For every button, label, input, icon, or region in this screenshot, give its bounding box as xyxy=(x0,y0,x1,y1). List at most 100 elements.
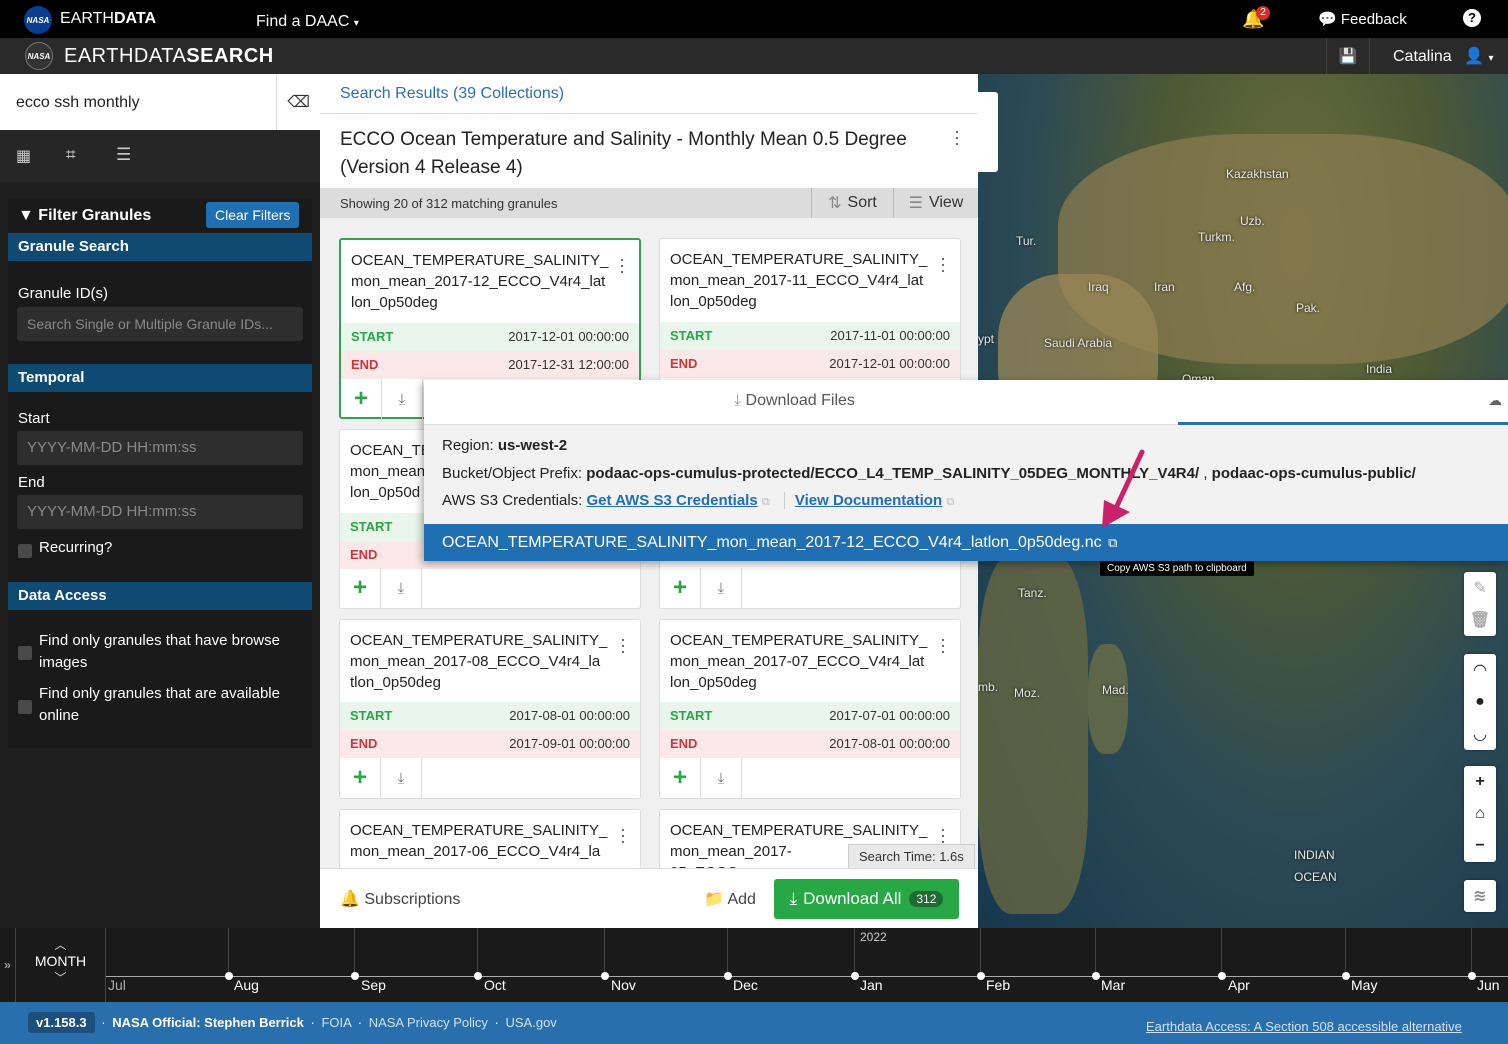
map-label: OCEAN xyxy=(1294,870,1337,884)
map-label: Pak. xyxy=(1296,301,1321,315)
crop-icon[interactable]: ⌗ xyxy=(66,145,76,165)
accessible-alternative-link[interactable]: Earthdata Access: A Section 508 accessib… xyxy=(1146,1019,1462,1034)
granule-search-header[interactable]: Granule Search xyxy=(8,233,312,261)
granule-more-icon[interactable]: · · · xyxy=(940,820,946,850)
add-project-button[interactable]: 📁 Add xyxy=(704,889,756,909)
granule-more-icon[interactable]: · · · xyxy=(620,820,626,850)
zoom-out-icon[interactable]: − xyxy=(1464,830,1496,862)
nasa-logo[interactable]: NASA xyxy=(24,6,52,34)
download-granule-button[interactable]: ⤓ xyxy=(381,758,422,798)
data-access-header[interactable]: Data Access xyxy=(8,582,312,610)
timeline-zoom: ︿ MONTH ﹀ xyxy=(16,928,106,1002)
panel-resize-handle[interactable] xyxy=(978,92,998,172)
edit-icon[interactable]: ✎ xyxy=(1464,572,1496,604)
save-icon[interactable]: 💾 xyxy=(1326,38,1370,74)
map-label: Tanz. xyxy=(1018,586,1047,600)
granule-more-icon[interactable]: · · · xyxy=(940,249,946,279)
search-input[interactable]: ecco ssh monthly xyxy=(16,94,140,112)
arctic-projection-icon[interactable]: ◠ xyxy=(1464,654,1496,686)
map-label: Iran xyxy=(1154,280,1175,294)
find-daac-menu[interactable]: Find a DAAC ▾ xyxy=(256,13,359,31)
cloud-icon[interactable]: ☁ xyxy=(1488,392,1502,409)
feedback-button[interactable]: 💬 Feedback xyxy=(1318,10,1407,28)
app-title[interactable]: EARTHDATASEARCH xyxy=(64,45,274,68)
get-credentials-link[interactable]: Get AWS S3 Credentials xyxy=(587,492,758,509)
download-icon: ⤓ xyxy=(789,889,798,908)
add-granule-button[interactable]: + xyxy=(341,379,382,419)
timeline[interactable]: » ︿ MONTH ﹀ 2022 Jul Aug Sep Oct Nov Dec… xyxy=(0,928,1508,1002)
month-label: Oct xyxy=(484,977,506,993)
clear-filters-button[interactable]: Clear Filters xyxy=(206,202,300,228)
add-granule-button[interactable]: + xyxy=(660,568,701,608)
s3-file-name: OCEAN_TEMPERATURE_SALINITY_mon_mean_2017… xyxy=(442,534,1117,552)
granule-more-icon[interactable]: · · · xyxy=(620,630,626,660)
privacy-policy-link[interactable]: NASA Privacy Policy xyxy=(369,1015,488,1030)
download-granule-button[interactable]: ⤓ xyxy=(381,568,422,608)
online-checkbox[interactable] xyxy=(18,700,32,714)
download-granule-button[interactable]: ⤓ xyxy=(382,379,423,419)
help-icon[interactable]: ? xyxy=(1463,9,1481,27)
download-granule-button[interactable]: ⤓ xyxy=(701,758,742,798)
zoom-up-icon[interactable]: ︿ xyxy=(16,936,105,953)
granule-toolbar: Showing 20 of 312 matching granules ⇅ Sor… xyxy=(320,188,978,218)
granule-card[interactable]: OCEAN_TEMPERATURE_SALINITY_ mon_mean_201… xyxy=(339,809,641,869)
map-label: Uzb. xyxy=(1240,214,1265,228)
sliders-icon[interactable]: ☰ xyxy=(116,145,131,165)
credentials-row: AWS S3 Credentials: Get AWS S3 Credentia… xyxy=(442,492,954,509)
s3-file-row[interactable]: OCEAN_TEMPERATURE_SALINITY_mon_mean_2017… xyxy=(424,524,1508,561)
search-results-link[interactable]: Search Results (39 Collections) xyxy=(340,85,564,103)
globe-icon[interactable]: ● xyxy=(1464,686,1496,718)
subscriptions-button[interactable]: 🔔 Subscriptions xyxy=(340,889,460,909)
list-icon: ☰ xyxy=(908,195,923,212)
foia-link[interactable]: FOIA xyxy=(321,1015,351,1030)
granule-name: OCEAN_TEMPERATURE_SALINITY_ mon_mean_201… xyxy=(350,822,608,860)
antarctic-projection-icon[interactable]: ◡ xyxy=(1464,718,1496,750)
granule-start-row: START 2017-07-01 00:00:00 xyxy=(660,702,960,730)
add-granule-button[interactable]: + xyxy=(660,758,701,798)
trash-icon[interactable]: 🗑 xyxy=(1464,604,1496,636)
collapse-timeline-icon[interactable]: » xyxy=(0,928,16,1002)
temporal-header[interactable]: Temporal xyxy=(8,364,312,392)
download-granule-button[interactable]: ⤓ xyxy=(701,568,742,608)
granule-ids-input[interactable]: Search Single or Multiple Granule IDs... xyxy=(17,307,303,341)
plus-icon: + xyxy=(672,574,687,601)
eraser-icon[interactable]: ⌫ xyxy=(276,74,320,130)
start-date-input[interactable]: YYYY-MM-DD HH:mm:ss xyxy=(17,431,303,465)
granule-card[interactable]: OCEAN_TEMPERATURE_SALINITY_ mon_mean_201… xyxy=(339,619,641,799)
view-documentation-link[interactable]: View Documentation xyxy=(783,492,943,509)
sort-button[interactable]: ⇅ Sort xyxy=(811,188,893,218)
zoom-down-icon[interactable]: ﹀ xyxy=(16,969,105,986)
browse-images-checkbox[interactable] xyxy=(18,646,32,660)
end-value: 2017-12-01 00:00:00 xyxy=(829,356,950,371)
caret-down-icon: ▾ xyxy=(1488,53,1494,64)
user-menu[interactable]: Catalina 👤 ▾ xyxy=(1393,46,1494,66)
feedback-label: Feedback xyxy=(1340,11,1407,28)
end-date-input[interactable]: YYYY-MM-DD HH:mm:ss xyxy=(17,495,303,529)
granule-more-icon[interactable]: · · · xyxy=(619,250,625,280)
home-icon[interactable]: ⌂ xyxy=(1464,798,1496,830)
collection-more-icon[interactable]: · · · xyxy=(954,122,960,152)
credentials-label: AWS S3 Credentials: xyxy=(442,492,583,509)
bucket-value-2[interactable]: podaac-ops-cumulus-public/ xyxy=(1212,465,1416,482)
view-button[interactable]: ☰ View xyxy=(893,188,978,218)
granule-card[interactable]: OCEAN_TEMPERATURE_SALINITY_ mon_mean_201… xyxy=(659,619,961,799)
add-granule-button[interactable]: + xyxy=(340,568,381,608)
nasa-meatball-icon[interactable]: NASA xyxy=(25,42,53,70)
granule-name: OCEAN_TEMPERATURE_SALINITY_ mon_mean_201… xyxy=(670,632,928,691)
download-all-button[interactable]: ⤓ Download All 312 xyxy=(774,879,959,919)
add-granule-button[interactable]: + xyxy=(340,758,381,798)
recurring-checkbox[interactable] xyxy=(18,544,32,558)
end-label: End xyxy=(18,474,45,491)
copy-icon[interactable]: ⧉ xyxy=(1108,535,1117,550)
month-label: Jul xyxy=(108,977,126,993)
zoom-in-icon[interactable]: + xyxy=(1464,766,1496,798)
layers-icon[interactable]: ≋ xyxy=(1464,880,1496,912)
map-label: Afg. xyxy=(1234,280,1256,294)
start-key: START xyxy=(670,708,713,723)
granule-more-icon[interactable]: · · · xyxy=(940,630,946,660)
download-files-tab[interactable]: ⤓ Download Files xyxy=(734,392,855,410)
calendar-icon[interactable]: ▦ xyxy=(16,146,31,166)
usa-gov-link[interactable]: USA.gov xyxy=(506,1015,557,1030)
sidebar: ecco ssh monthly ⌫ ▦ ⌗ ☰ ▼ Filter Granul… xyxy=(0,74,320,928)
earthdata-brand[interactable]: EARTHDATA xyxy=(60,10,156,28)
